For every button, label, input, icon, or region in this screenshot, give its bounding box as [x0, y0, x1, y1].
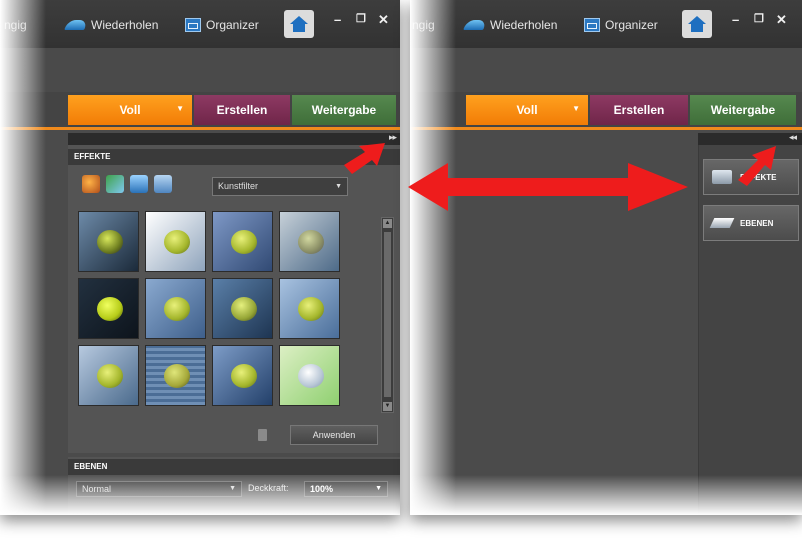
pointer-arrow-icon [738, 146, 776, 186]
annotation-overlay [344, 143, 776, 211]
double-arrow-icon [408, 163, 688, 211]
pointer-arrow-icon [344, 143, 385, 174]
